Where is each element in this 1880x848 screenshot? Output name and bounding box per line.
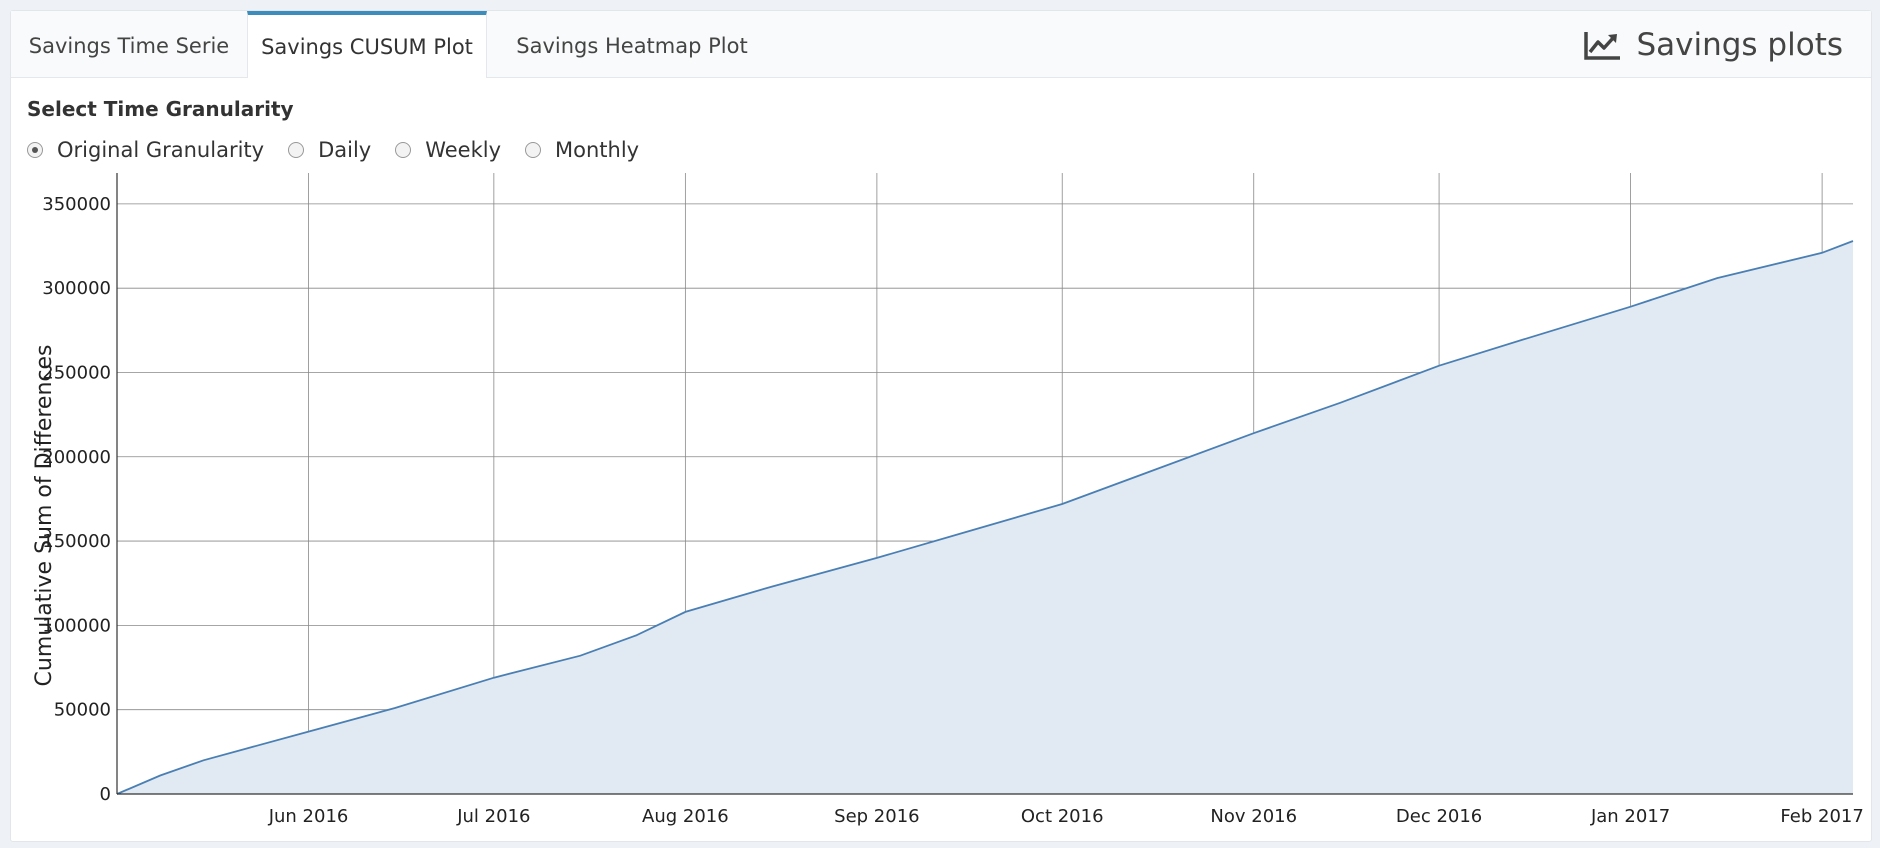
x-tick-label: Feb 2017 xyxy=(1780,806,1863,827)
cusum-area xyxy=(117,241,1853,794)
x-tick-label: Nov 2016 xyxy=(1210,806,1297,827)
cusum-chart: 0500001000001500002000002500003000003500… xyxy=(32,173,1864,827)
x-tick-label: Jan 2017 xyxy=(1590,806,1670,827)
x-tick-label: Sep 2016 xyxy=(834,806,919,827)
savings-plots-panel: Savings Time Serie Savings CUSUM Plot Sa… xyxy=(10,10,1872,842)
x-tick-label: Dec 2016 xyxy=(1396,806,1482,827)
y-axis-title: Cumulative Sum of Differences xyxy=(32,345,57,687)
y-tick-label: 300000 xyxy=(42,278,111,299)
x-axis-ticks: Jun 2016 Jul 2016 Aug 2016 Sep 2016 Oct 2016… xyxy=(268,806,1864,827)
x-tick-label: Oct 2016 xyxy=(1021,806,1104,827)
x-tick-label: Aug 2016 xyxy=(642,806,729,827)
y-tick-label: 350000 xyxy=(42,194,111,215)
y-tick-label: 0 xyxy=(100,784,111,805)
y-tick-label: 50000 xyxy=(54,700,111,721)
x-tick-label: Jun 2016 xyxy=(268,806,349,827)
x-tick-label: Jul 2016 xyxy=(456,806,530,827)
